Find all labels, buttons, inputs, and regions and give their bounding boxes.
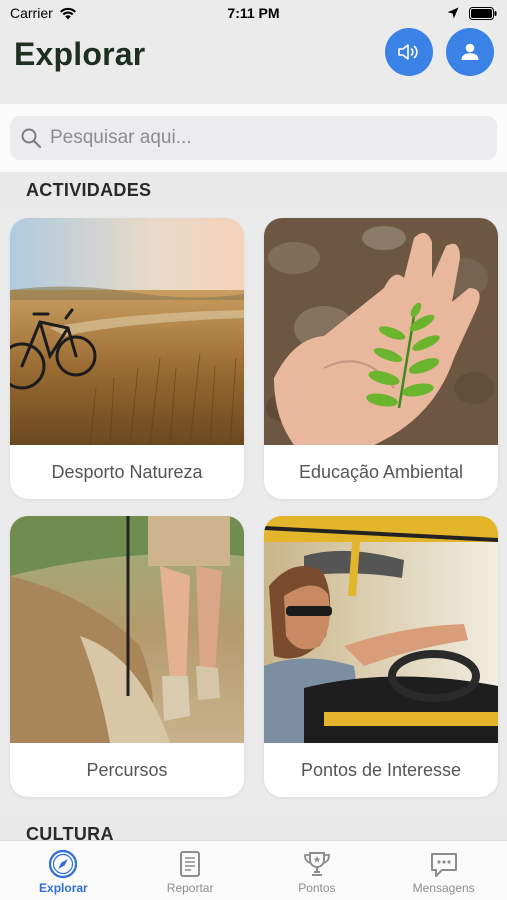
section-title-actividades: ACTIVIDADES [26, 180, 152, 200]
battery-icon [469, 6, 497, 20]
card-pontos-de-interesse[interactable]: Pontos de Interesse [264, 516, 498, 797]
search-icon [21, 128, 42, 149]
search-input[interactable] [50, 127, 470, 149]
card-label: Desporto Natureza [51, 461, 203, 482]
document-icon [180, 851, 201, 877]
card-label: Pontos de Interesse [300, 759, 462, 780]
compass-icon [49, 849, 78, 879]
status-right [447, 6, 497, 20]
tab-label: Pontos [298, 881, 336, 895]
location-arrow-icon [447, 7, 459, 19]
tab-explorar[interactable]: Explorar [0, 841, 127, 900]
profile-button[interactable] [446, 28, 494, 76]
page-title: Explorar [14, 36, 146, 72]
tab-label: Mensagens [412, 881, 475, 895]
card-label: Percursos [86, 759, 168, 780]
bicycle-field-photo [10, 218, 244, 445]
carrier-name: Carrier [10, 5, 53, 21]
tab-bar: Explorar Reportar Pontos Mensagens [0, 840, 507, 900]
tab-label: Reportar [166, 881, 214, 895]
tab-mensagens[interactable]: Mensagens [380, 841, 507, 900]
user-icon [461, 43, 479, 60]
sound-button[interactable] [385, 28, 433, 76]
man-driving-jeep-photo [264, 516, 498, 743]
header: Explorar [0, 26, 507, 104]
trophy-icon [303, 852, 330, 876]
card-label: Educação Ambiental [298, 461, 464, 482]
card-desporto-natureza[interactable]: Desporto Natureza [10, 218, 244, 499]
status-bar: Carrier 7:11 PM [0, 0, 507, 26]
speaker-icon [398, 44, 418, 60]
leaf-in-hand-photo [264, 218, 498, 445]
wifi-icon [59, 7, 76, 19]
card-educacao-ambiental[interactable]: Educação Ambiental [264, 218, 498, 499]
card-percursos[interactable]: Percursos [10, 516, 244, 797]
search-area [0, 104, 507, 172]
hiker-trail-photo [10, 516, 244, 743]
carrier-group: Carrier [10, 5, 77, 21]
tab-label: Explorar [39, 881, 88, 895]
tab-pontos[interactable]: Pontos [254, 841, 381, 900]
chat-bubble-icon [430, 853, 457, 877]
tab-reportar[interactable]: Reportar [127, 841, 254, 900]
search-bar[interactable] [10, 116, 497, 160]
